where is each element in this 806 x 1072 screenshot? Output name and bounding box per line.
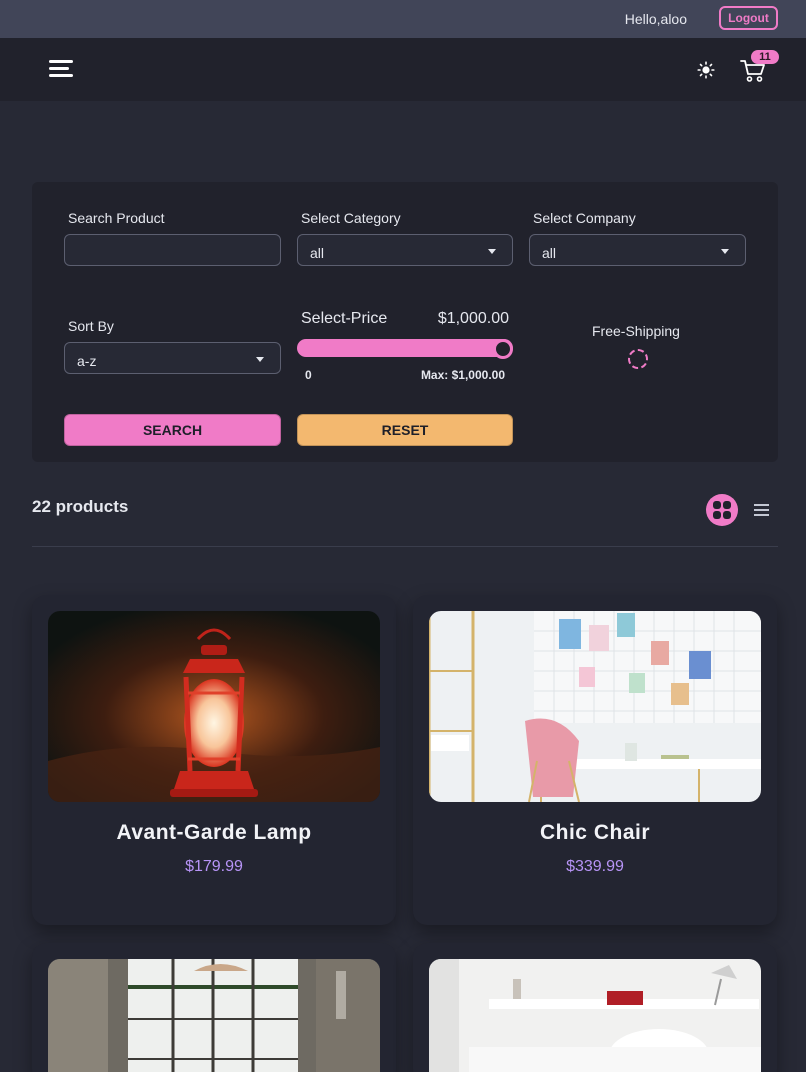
navbar: 11 xyxy=(0,38,806,101)
product-title: Chic Chair xyxy=(539,821,651,844)
price-value: $1,000.00 xyxy=(437,310,509,327)
sort-value: a-z xyxy=(77,353,97,369)
sort-label: Sort By xyxy=(68,318,114,334)
search-label: Search Product xyxy=(68,210,165,226)
divider xyxy=(32,546,778,547)
cart-count-badge: 11 xyxy=(751,50,779,64)
company-label: Select Company xyxy=(533,210,636,226)
product-card[interactable] xyxy=(413,943,777,1072)
search-input[interactable] xyxy=(64,234,281,266)
sun-icon[interactable] xyxy=(697,61,715,79)
product-price: $179.99 xyxy=(185,858,243,875)
logout-button[interactable]: Logout xyxy=(719,6,778,30)
product-image xyxy=(429,611,761,802)
product-price: $339.99 xyxy=(566,858,624,875)
price-max: Max: $1,000.00 xyxy=(420,368,505,382)
search-button[interactable]: SEARCH xyxy=(64,414,281,446)
category-label: Select Category xyxy=(301,210,401,226)
product-card[interactable]: Chic Chair $339.99 xyxy=(413,595,777,925)
product-title: Avant-Garde Lamp xyxy=(116,821,312,844)
company-select[interactable]: all xyxy=(529,234,746,266)
chevron-down-icon xyxy=(256,357,264,362)
category-value: all xyxy=(310,245,325,261)
products-count: 22 products xyxy=(32,497,129,516)
company-value: all xyxy=(542,245,557,261)
free-shipping-checkbox[interactable] xyxy=(628,349,648,369)
price-min: 0 xyxy=(305,368,312,382)
category-select[interactable]: all xyxy=(297,234,513,266)
filters-form: Search Product Select Category all Selec… xyxy=(32,182,778,462)
sort-select[interactable]: a-z xyxy=(64,342,281,374)
free-shipping-label: Free-Shipping xyxy=(592,323,680,339)
product-image xyxy=(48,611,380,802)
reset-button[interactable]: RESET xyxy=(297,414,513,446)
greeting-text: Hello,aloo xyxy=(624,11,687,27)
product-card[interactable]: Avant-Garde Lamp $179.99 xyxy=(32,595,396,925)
list-view-icon[interactable] xyxy=(754,503,769,517)
price-label: Select-Price xyxy=(301,310,388,327)
product-image xyxy=(48,959,380,1072)
top-bar: Hello,aloo Logout xyxy=(0,0,806,38)
price-slider-thumb[interactable] xyxy=(493,339,513,359)
product-card[interactable] xyxy=(32,943,396,1072)
chevron-down-icon xyxy=(721,249,729,254)
grid-view-icon[interactable] xyxy=(706,494,738,526)
hamburger-menu-icon[interactable] xyxy=(49,59,73,79)
chevron-down-icon xyxy=(488,249,496,254)
product-image xyxy=(429,959,761,1072)
price-range-slider[interactable] xyxy=(297,339,513,357)
